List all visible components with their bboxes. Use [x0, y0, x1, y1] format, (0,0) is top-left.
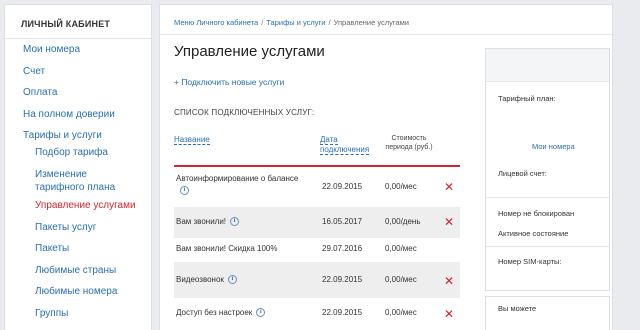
add-services-link[interactable]: + Подключить новые услуги	[174, 77, 284, 87]
my-numbers-link[interactable]: Мои номера	[532, 142, 575, 151]
sidebar-subitem-manage-services[interactable]: Управление услугами	[35, 200, 136, 211]
service-name-label: Автоинформирование о балансе	[176, 174, 299, 183]
page-title: Управление услугами	[174, 43, 325, 60]
service-name: Вам звонили! Скидка 100%	[176, 244, 278, 253]
column-header-name-label: Название	[174, 135, 210, 145]
delete-icon[interactable]: ✕	[444, 216, 454, 228]
service-name-label: Доступ без настроек	[176, 308, 253, 317]
divider	[486, 197, 609, 198]
column-header-cost: Стоимость периода (руб.)	[376, 134, 442, 152]
breadcrumb-tariffs[interactable]: Тарифы и услуги	[266, 18, 325, 27]
breadcrumb-menu[interactable]: Меню Личного кабинета	[174, 18, 258, 27]
table-row: Доступ без настроек i 22.09.2015 0,00/мес…	[174, 298, 460, 330]
sidebar: ЛИЧНЫЙ КАБИНЕТ Мои номера Счет Оплата На…	[4, 4, 152, 330]
sidebar-item-my-numbers[interactable]: Мои номера	[23, 44, 80, 55]
service-name: Видеозвонок i	[176, 275, 237, 285]
sidebar-subitem-change-tariff[interactable]: Изменение тарифного плана	[35, 168, 139, 194]
sidebar-item-tariffs-services[interactable]: Тарифы и услуги	[23, 130, 102, 141]
breadcrumb-separator: /	[261, 18, 264, 27]
info-icon[interactable]: i	[230, 217, 240, 227]
service-date: 29.07.2016	[322, 244, 363, 253]
column-header-cost-line2: периода (руб.)	[385, 144, 433, 151]
column-header-cost-line1: Стоимость	[391, 135, 427, 142]
divider	[486, 246, 609, 247]
breadcrumb-separator: /	[328, 18, 331, 27]
service-cost: 0,00/мес	[385, 308, 417, 317]
breadcrumb-current: Управление услугами	[333, 18, 409, 27]
sim-number-label: Номер SIM-карты:	[498, 257, 562, 266]
main-panel: Меню Личного кабинета / Тарифы и услуги / Уп…	[159, 4, 613, 330]
service-name: Вам звонили! i	[176, 217, 240, 227]
column-header-date-line2: подключения	[320, 145, 370, 155]
service-name-label: Вам звонили!	[176, 217, 227, 226]
sidebar-subitem-packages[interactable]: Пакеты	[35, 243, 69, 254]
info-icon[interactable]: i	[256, 308, 266, 318]
block-status: Номер не блокирован	[498, 209, 575, 218]
state-status: Активное состояние	[498, 229, 569, 238]
info-icon[interactable]: i	[227, 275, 237, 285]
sidebar-item-payment[interactable]: Оплата	[23, 87, 57, 98]
table-row: Видеозвонок i 22.09.2015 0,00/мес ✕	[174, 262, 460, 298]
column-header-date-line1: Дата	[320, 135, 338, 145]
actions-panel: Вы можете	[485, 296, 610, 330]
sidebar-subitem-groups[interactable]: Группы	[35, 308, 68, 319]
sidebar-title: ЛИЧНЫЙ КАБИНЕТ	[5, 5, 151, 39]
service-name-label: Видеозвонок	[176, 275, 224, 284]
service-cost: 0,00/мес	[385, 244, 417, 253]
delete-icon[interactable]: ✕	[444, 181, 454, 193]
column-header-name[interactable]: Название	[174, 135, 210, 145]
actions-panel-label: Вы можете	[498, 304, 537, 313]
sidebar-subitem-favorite-numbers[interactable]: Любимые номера	[35, 286, 117, 297]
service-date: 22.09.2015	[322, 308, 363, 317]
tariff-plan-label: Тарифный план:	[498, 94, 556, 103]
account-label: Лицевой счет:	[498, 169, 547, 178]
table-row: Автоинформирование о балансе i 22.09.201…	[174, 167, 460, 207]
sidebar-item-full-trust[interactable]: На полном доверии	[23, 109, 115, 120]
service-cost: 0,00/мес	[385, 182, 417, 191]
divider	[160, 34, 612, 35]
service-date: 22.09.2015	[322, 275, 363, 284]
delete-icon[interactable]: ✕	[444, 275, 454, 287]
service-cost: 0,00/день	[385, 217, 421, 226]
delete-icon[interactable]: ✕	[444, 308, 454, 320]
service-date: 16.05.2017	[322, 217, 363, 226]
services-list-heading: СПИСОК ПОДКЛЮЧЕННЫХ УСЛУГ:	[174, 108, 315, 117]
service-cost: 0,00/мес	[385, 275, 417, 284]
table-row: Вам звонили! i 16.05.2017 0,00/день ✕	[174, 207, 460, 238]
service-name: Автоинформирование о балансе i	[176, 173, 326, 197]
sidebar-subitem-tariff-selection[interactable]: Подбор тарифа	[35, 147, 108, 158]
subscriber-info-panel: Тарифный план: Мои номера Лицевой счет: …	[485, 48, 610, 291]
service-date: 22.09.2015	[322, 182, 363, 191]
breadcrumb: Меню Личного кабинета / Тарифы и услуги / Уп…	[174, 18, 409, 27]
table-row: Вам звонили! Скидка 100% 29.07.2016 0,00…	[174, 238, 460, 262]
sidebar-item-account[interactable]: Счет	[23, 66, 45, 77]
sidebar-subitem-service-packages[interactable]: Пакеты услуг	[35, 222, 96, 233]
sidebar-subitem-favorite-countries[interactable]: Любимые страны	[35, 265, 116, 276]
info-panel-header	[486, 49, 609, 82]
service-name: Доступ без настроек i	[176, 308, 266, 318]
info-icon[interactable]: i	[180, 186, 189, 196]
column-header-date[interactable]: Дата подключения	[320, 135, 370, 155]
